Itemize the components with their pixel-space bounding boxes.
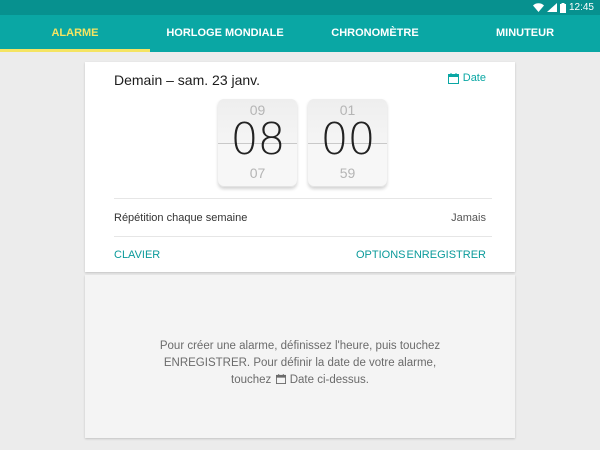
divider — [114, 198, 492, 199]
repeat-label[interactable]: Répétition chaque semaine — [114, 212, 247, 224]
status-icons: 12:45 — [532, 1, 594, 14]
options-button[interactable]: OPTIONS — [356, 249, 406, 261]
active-tab-indicator — [0, 49, 150, 52]
calendar-icon — [275, 374, 286, 384]
hour-current[interactable]: 08 — [218, 114, 297, 166]
save-button[interactable]: ENREGISTRER — [407, 249, 486, 261]
minute-picker[interactable]: 01 00 59 — [308, 99, 387, 187]
signal-icon — [546, 3, 557, 12]
hour-next[interactable]: 07 — [218, 165, 297, 181]
date-button-label: Date — [462, 72, 486, 84]
wifi-icon — [532, 3, 544, 12]
keyboard-button[interactable]: CLAVIER — [114, 249, 160, 261]
alarm-list-empty: Pour créer une alarme, définissez l'heur… — [85, 275, 515, 438]
empty-state-message: Pour créer une alarme, définissez l'heur… — [145, 338, 455, 389]
status-bar: 12:45 — [0, 0, 600, 15]
empty-state-text-2: Date ci-dessus. — [289, 374, 369, 386]
divider — [114, 236, 492, 237]
tab-timer[interactable]: MINUTEUR — [450, 15, 600, 52]
tab-world-clock[interactable]: HORLOGE MONDIALE — [150, 15, 300, 52]
minute-current[interactable]: 00 — [308, 114, 387, 166]
calendar-icon — [447, 72, 459, 84]
tab-alarm[interactable]: ALARME — [0, 15, 150, 52]
repeat-value[interactable]: Jamais — [451, 212, 486, 224]
tab-bar: ALARME HORLOGE MONDIALE CHRONOMÈTRE MINU… — [0, 15, 600, 52]
tab-stopwatch[interactable]: CHRONOMÈTRE — [300, 15, 450, 52]
status-time: 12:45 — [568, 2, 594, 13]
battery-icon — [559, 2, 566, 13]
alarm-date-title: Demain – sam. 23 janv. — [114, 72, 261, 88]
minute-next[interactable]: 59 — [308, 165, 387, 181]
alarm-card: Demain – sam. 23 janv. Date 09 08 07 01 … — [85, 62, 515, 272]
hour-picker[interactable]: 09 08 07 — [218, 99, 297, 187]
date-button[interactable]: Date — [447, 72, 486, 84]
